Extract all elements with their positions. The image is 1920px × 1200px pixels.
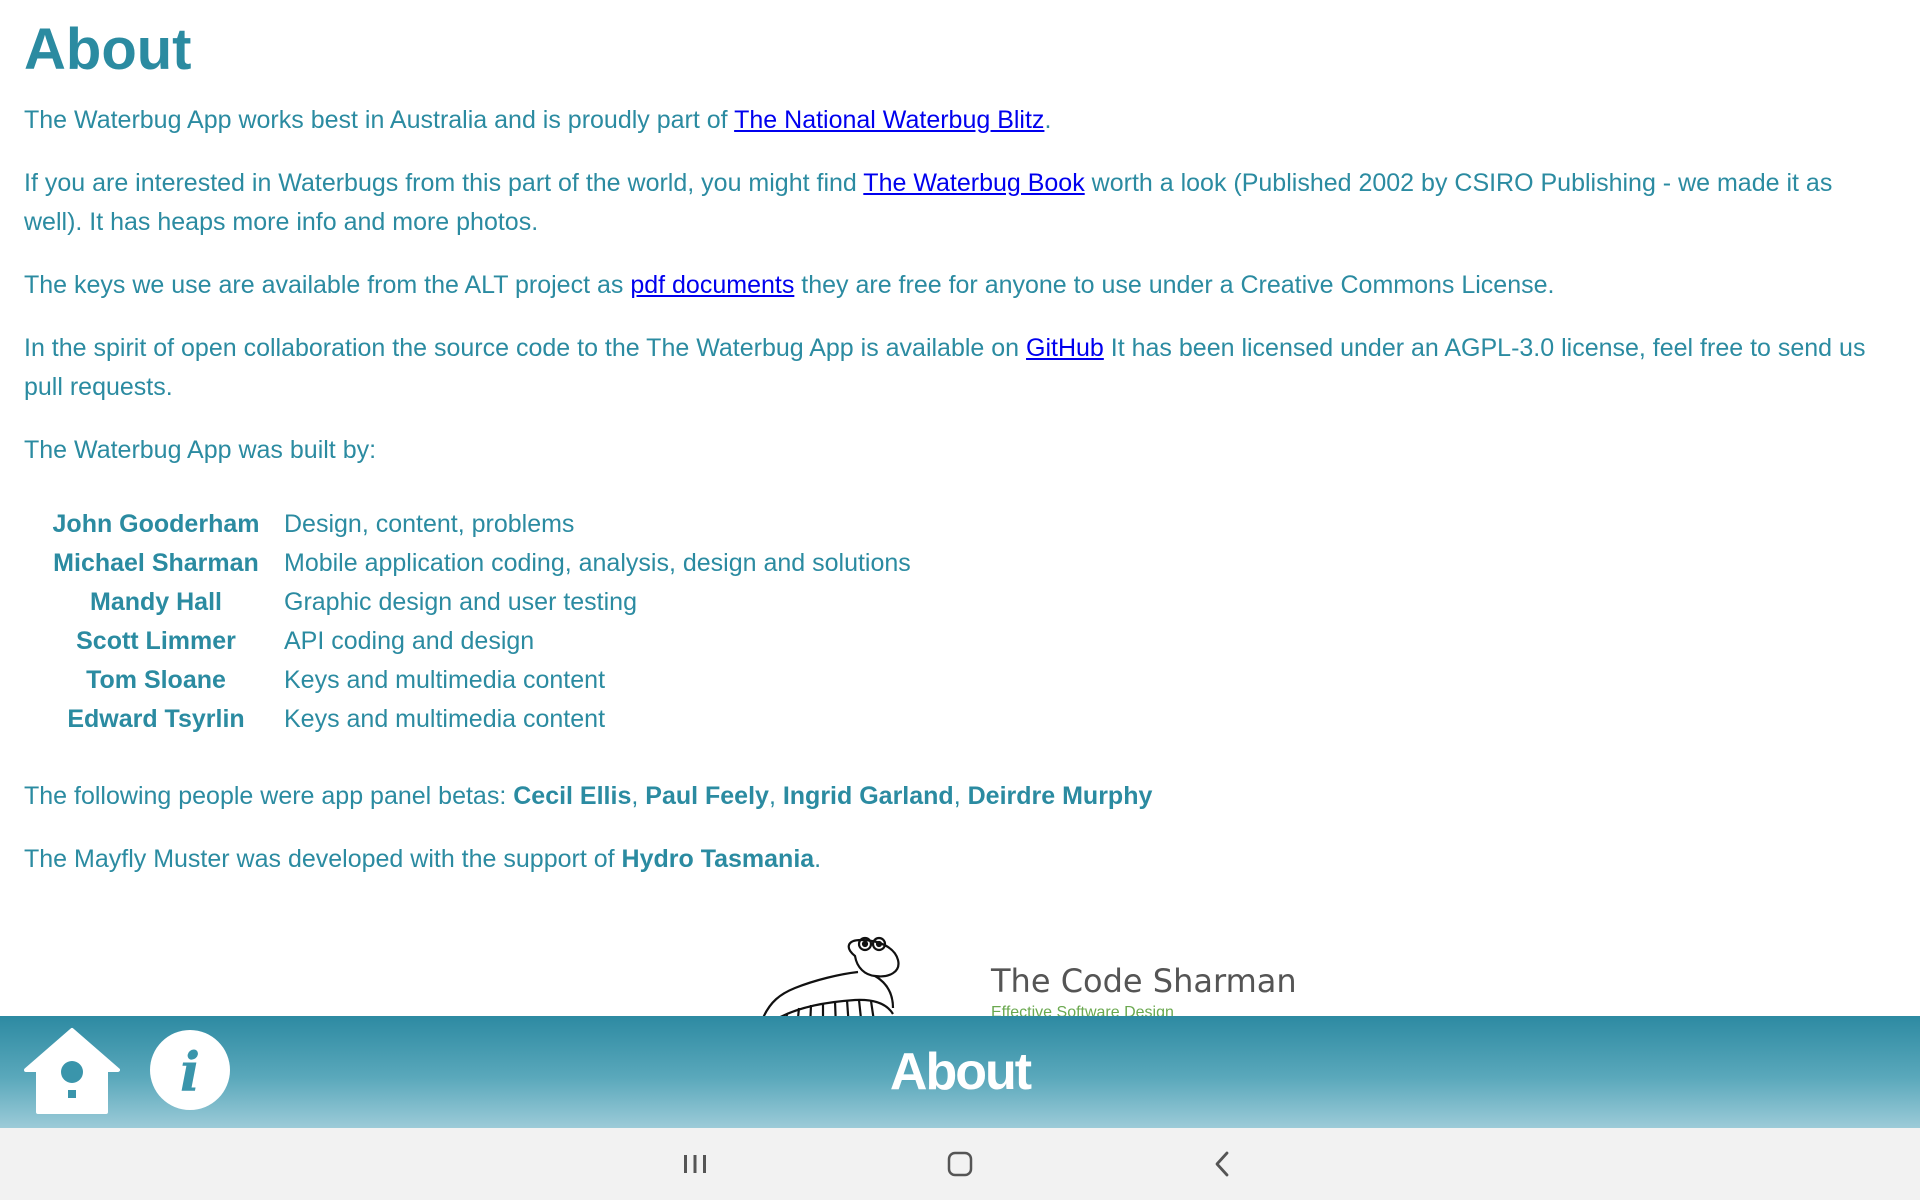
credit-name: Scott Limmer bbox=[76, 627, 236, 655]
bar-title: About bbox=[889, 1043, 1032, 1101]
national-waterbug-blitz-link[interactable]: The National Waterbug Blitz bbox=[734, 106, 1044, 134]
info-button[interactable]: i bbox=[150, 1030, 230, 1110]
birdhouse-home-icon bbox=[24, 1028, 120, 1114]
intro-end: . bbox=[1044, 106, 1052, 134]
waterbug-book-link[interactable]: The Waterbug Book bbox=[863, 169, 1084, 197]
credit-row: Mandy Hall Graphic design and user testin… bbox=[44, 583, 911, 622]
intro-paragraph-blitz: The Waterbug App works best in Australia… bbox=[24, 101, 1896, 140]
beta-person: Paul Feely bbox=[645, 782, 769, 810]
credits-table: John Gooderham Design, content, problems M… bbox=[44, 505, 911, 739]
credit-name: Tom Sloane bbox=[86, 666, 226, 694]
credit-row: Michael Sharman Mobile application coding… bbox=[44, 544, 911, 583]
pdf-documents-link[interactable]: pdf documents bbox=[630, 271, 794, 299]
credit-role: API coding and design bbox=[284, 627, 535, 655]
logo-title: The Code Sharman bbox=[991, 962, 1297, 1000]
back-button[interactable] bbox=[1202, 1146, 1242, 1182]
credit-row: Scott Limmer API coding and design bbox=[44, 622, 911, 661]
beta-person: Ingrid Garland bbox=[782, 782, 954, 810]
credit-name: Edward Tsyrlin bbox=[67, 705, 245, 733]
credit-role: Keys and multimedia content bbox=[284, 705, 606, 733]
code-sharman-logo: The Code Sharman Effective Software Desi… bbox=[715, 928, 1315, 1016]
github-link[interactable]: GitHub bbox=[1026, 334, 1104, 362]
beta-person: Deirdre Murphy bbox=[967, 782, 1153, 810]
recents-icon bbox=[684, 1155, 706, 1173]
book-text: If you are interested in Waterbugs from … bbox=[24, 169, 864, 197]
credit-role: Graphic design and user testing bbox=[284, 588, 637, 616]
recents-button[interactable] bbox=[675, 1146, 715, 1182]
built-by-paragraph: The Waterbug App was built by: bbox=[24, 436, 377, 464]
info-icon: i bbox=[179, 1040, 201, 1104]
support-end: . bbox=[814, 845, 822, 873]
credit-row: Tom Sloane Keys and multimedia content bbox=[44, 661, 911, 700]
nav-home-icon bbox=[947, 1151, 973, 1177]
worm-mascot-icon bbox=[762, 936, 900, 1016]
waterbug-book-paragraph: If you are interested in Waterbugs from … bbox=[24, 164, 1896, 242]
home-button[interactable] bbox=[24, 1026, 120, 1118]
credit-role: Design, content, problems bbox=[284, 510, 575, 538]
back-icon bbox=[1215, 1151, 1229, 1177]
github-text: In the spirit of open collaboration the … bbox=[24, 334, 1027, 362]
beta-separator: , bbox=[953, 782, 968, 810]
logo-tagline: Effective Software Design bbox=[991, 1004, 1174, 1016]
beta-separator: , bbox=[768, 782, 783, 810]
about-content: About The Waterbug App works best in Aus… bbox=[0, 0, 1920, 1016]
keys-text: The keys we use are available from the A… bbox=[24, 271, 631, 299]
support-org: Hydro Tasmania bbox=[621, 845, 815, 873]
credit-name: Michael Sharman bbox=[53, 549, 259, 577]
github-paragraph: In the spirit of open collaboration the … bbox=[24, 329, 1896, 407]
page-title: About bbox=[24, 17, 192, 82]
nav-home-button[interactable] bbox=[940, 1146, 980, 1182]
support-paragraph: The Mayfly Muster was developed with the… bbox=[24, 840, 1896, 879]
intro-text: The Waterbug App works best in Australia… bbox=[24, 106, 735, 134]
credit-name: John Gooderham bbox=[52, 510, 260, 538]
credit-role: Keys and multimedia content bbox=[284, 666, 606, 694]
betas-prefix: The following people were app panel beta… bbox=[24, 782, 514, 810]
betas-paragraph: The following people were app panel beta… bbox=[24, 777, 1896, 816]
bottom-app-bar: i About bbox=[0, 1016, 1920, 1128]
system-navigation-bar bbox=[0, 1128, 1920, 1200]
credit-role: Mobile application coding, analysis, des… bbox=[284, 549, 911, 577]
beta-person: Cecil Ellis bbox=[513, 782, 632, 810]
support-prefix: The Mayfly Muster was developed with the… bbox=[24, 845, 622, 873]
credit-row: John Gooderham Design, content, problems bbox=[44, 505, 911, 544]
credit-row: Edward Tsyrlin Keys and multimedia conten… bbox=[44, 700, 911, 739]
credit-name: Mandy Hall bbox=[90, 588, 222, 616]
keys-paragraph: The keys we use are available from the A… bbox=[24, 266, 1896, 305]
beta-separator: , bbox=[631, 782, 646, 810]
keys-end: they are free for anyone to use under a … bbox=[794, 271, 1555, 299]
